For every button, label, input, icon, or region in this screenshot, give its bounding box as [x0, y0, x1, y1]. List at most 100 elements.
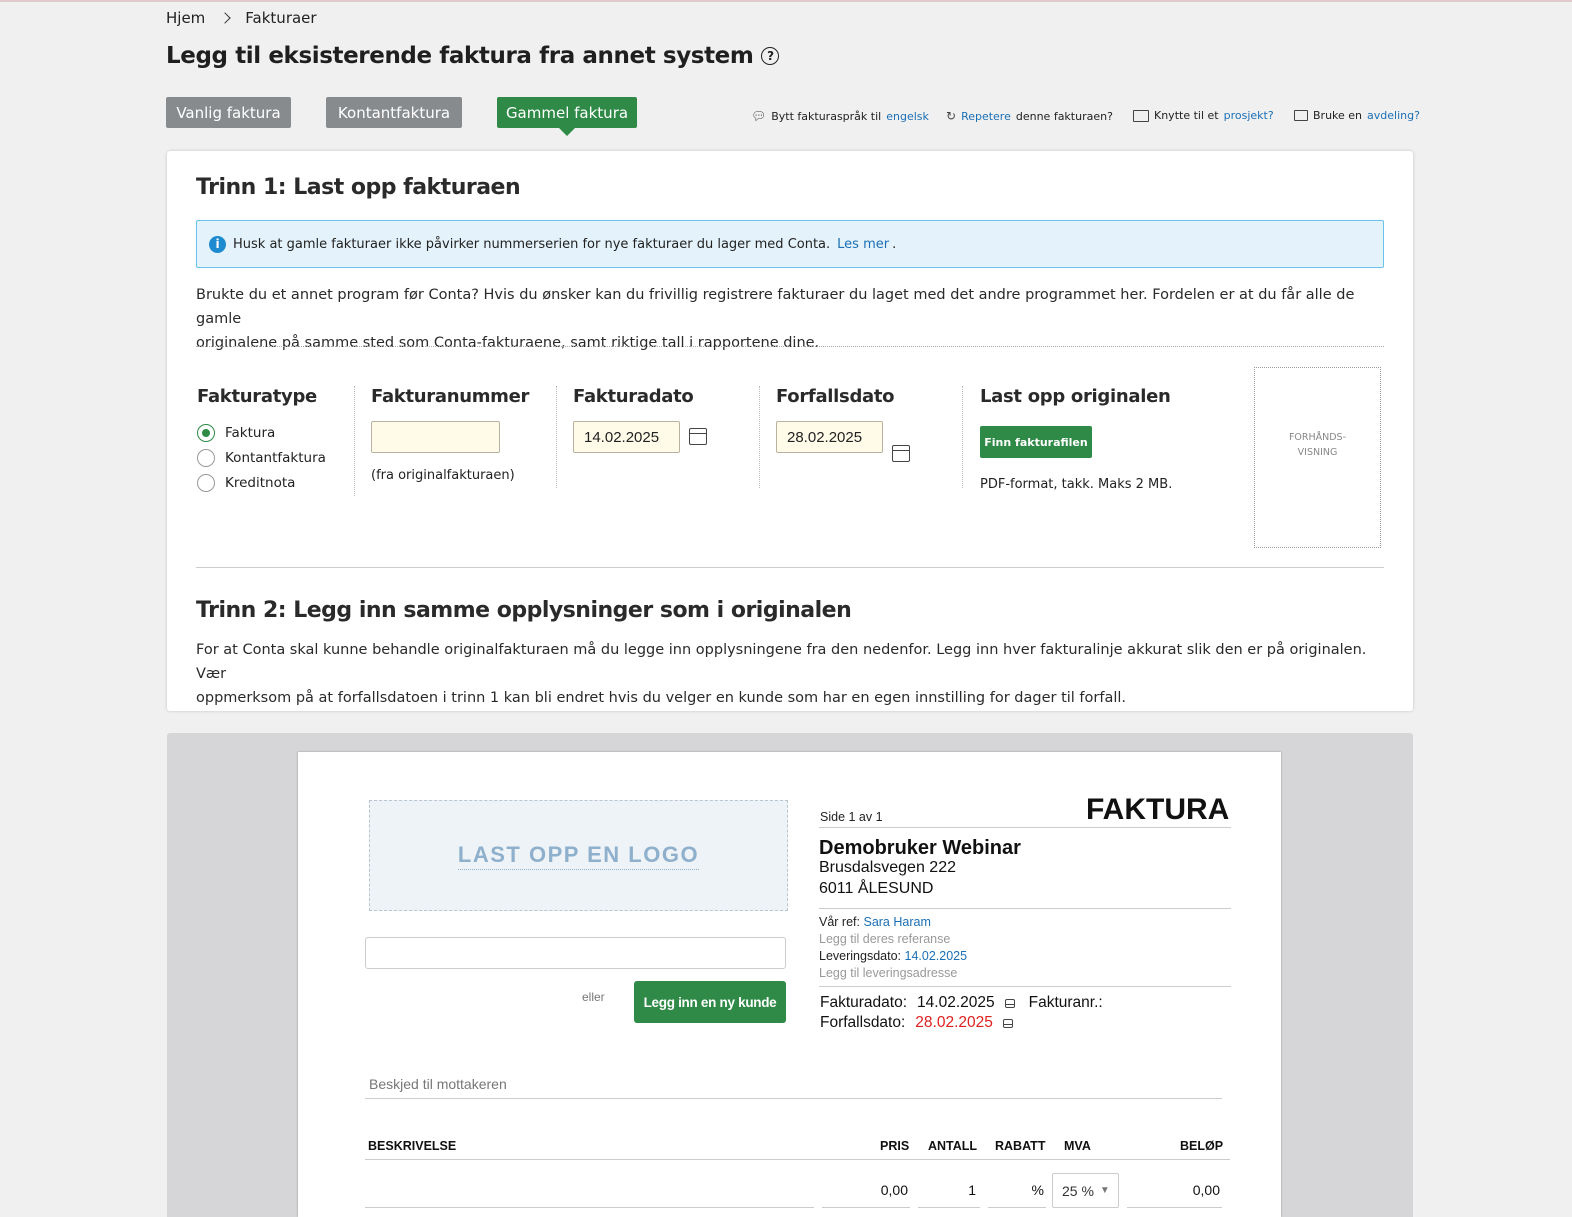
radio-kreditnota[interactable]: Kreditnota [197, 474, 295, 492]
info-banner: i Husk at gamle fakturaer ikke påvirker … [196, 220, 1384, 268]
find-file-button[interactable]: Finn fakturafilen [980, 426, 1092, 458]
folder-open-icon [1294, 110, 1308, 121]
delivery-address-placeholder[interactable]: Legg til leveringsadresse [819, 966, 957, 980]
radio-kontantfaktura[interactable]: Kontantfaktura [197, 449, 326, 467]
language-option-text: Bytt fakturaspråk til [771, 109, 882, 123]
step2-title: Trinn 2: Legg inn samme opplysninger som… [196, 598, 852, 623]
col-amount: BELØP [1180, 1139, 1224, 1153]
language-link[interactable]: engelsk [886, 110, 929, 123]
col-price: PRIS [880, 1139, 910, 1153]
divider [819, 827, 1231, 828]
page-indicator: Side 1 av 1 [820, 810, 883, 824]
info-icon: i [209, 235, 226, 253]
calendar-icon[interactable] [689, 428, 707, 445]
repeat-option-text: denne fakturaen? [1015, 109, 1113, 123]
row-quantity-input[interactable]: 1 [918, 1177, 980, 1208]
radio-label: Faktura [225, 425, 276, 441]
radio-checked-icon [197, 424, 215, 442]
breadcrumb-current[interactable]: Fakturaer [245, 9, 316, 27]
step2-description-line2: oppmerksom på at forfallsdatoen i trinn … [196, 690, 1127, 706]
calendar-icon[interactable] [892, 445, 910, 462]
chevron-right-icon [219, 12, 231, 24]
tab-gammel-faktura[interactable]: Gammel faktura [497, 97, 637, 136]
row-price-input[interactable]: 0,00 [822, 1177, 910, 1208]
upload-label: Last opp originalen [980, 386, 1171, 407]
radio-unchecked-icon [197, 474, 215, 492]
read-more-link[interactable]: Les mer [837, 237, 889, 252]
breadcrumb-home[interactable]: Hjem [166, 9, 205, 27]
delivery-date: Leveringsdato: 14.02.2025 [819, 949, 967, 963]
our-ref-label: Vår ref: [819, 915, 860, 929]
radio-faktura[interactable]: Faktura [197, 424, 275, 442]
our-ref-value[interactable]: Sara Haram [863, 915, 930, 929]
delivery-date-value[interactable]: 14.02.2025 [905, 949, 968, 963]
col-discount: RABATT [995, 1139, 1046, 1153]
delivery-date-label: Leveringsdato: [819, 949, 902, 963]
invoice-heading: FAKTURA [1086, 793, 1230, 826]
logo-upload[interactable]: LAST OPP EN LOGO [369, 800, 788, 911]
row-amount: 0,00 [1127, 1177, 1222, 1208]
row-discount-input[interactable]: % [988, 1177, 1046, 1208]
preview-label-line1: FORHÅNDS- [1288, 432, 1347, 443]
our-ref: Vår ref: Sara Haram [819, 915, 931, 929]
repeat-icon: ↻ [946, 109, 957, 123]
invoice-number-input[interactable] [371, 421, 500, 453]
column-separator [354, 386, 355, 496]
language-option: 💬︎ Bytt fakturaspråk til engelsk [751, 109, 929, 123]
invoice-number-label: Fakturanummer [371, 386, 530, 407]
column-separator [759, 386, 760, 488]
due-date-input[interactable]: 28.02.2025 [776, 421, 883, 453]
divider [365, 1098, 1222, 1099]
col-vat: MVA [1064, 1139, 1091, 1153]
logo-upload-label: LAST OPP EN LOGO [457, 842, 700, 870]
radio-unchecked-icon [197, 449, 215, 467]
invoice-date-label: Fakturadato [573, 386, 694, 407]
invoice-date-input[interactable]: 14.02.2025 [573, 421, 680, 453]
step2-description: For at Conta skal kunne behandle origina… [196, 638, 1386, 710]
customer-search-input[interactable] [365, 937, 786, 969]
radio-label: Kontantfaktura [225, 450, 326, 466]
invoice-type-label: Fakturatype [197, 386, 317, 407]
help-icon[interactable]: ? [761, 47, 780, 65]
divider [819, 986, 1231, 987]
department-link[interactable]: avdeling? [1367, 109, 1420, 122]
invoice-date-label: Fakturadato: [820, 994, 908, 1011]
company-address-2: 6011 ÅLESUND [819, 880, 934, 897]
message-input[interactable]: Beskjed til mottakeren [369, 1076, 507, 1092]
due-date-label: Forfallsdato: [820, 1014, 906, 1031]
step1-description-line2: originalene på samme sted som Conta-fakt… [196, 335, 820, 351]
column-separator [556, 386, 557, 488]
add-customer-button[interactable]: Legg inn en ny kunde [634, 981, 786, 1023]
step1-title: Trinn 1: Last opp fakturaen [196, 175, 521, 200]
divider [196, 346, 1384, 347]
due-date-row: Forfallsdato: 28.02.2025 [820, 1014, 1013, 1032]
step2-description-line1: For at Conta skal kunne behandle origina… [196, 642, 1367, 682]
invoice-paper: LAST OPP EN LOGO eller Legg inn en ny ku… [298, 752, 1281, 1217]
tab-kontantfaktura[interactable]: Kontantfaktura [326, 97, 462, 128]
tab-vanlig-faktura[interactable]: Vanlig faktura [166, 97, 291, 128]
invoice-editor-area: LAST OPP EN LOGO eller Legg inn en ny ku… [167, 733, 1413, 1217]
info-end: . [892, 236, 897, 252]
folder-icon [1133, 109, 1149, 122]
calendar-icon[interactable] [1004, 998, 1015, 1008]
calendar-icon[interactable] [1002, 1018, 1013, 1028]
page-title-text: Legg til eksisterende faktura fra annet … [166, 43, 754, 69]
table-header-divider [365, 1159, 1230, 1160]
row-description-input[interactable] [365, 1177, 814, 1208]
col-quantity: ANTALL [928, 1139, 978, 1153]
step-card: Trinn 1: Last opp fakturaen i Husk at ga… [167, 151, 1413, 711]
radio-label: Kreditnota [225, 475, 296, 491]
preview-box: FORHÅNDS- VISNING [1254, 367, 1381, 548]
caret-down-icon: ▼ [1099, 1185, 1110, 1196]
project-option-text: Knytte til et [1154, 109, 1219, 122]
repeat-link[interactable]: Repetere [961, 110, 1011, 123]
row-vat-select[interactable]: 25 % ▼ [1052, 1173, 1119, 1208]
due-date-value[interactable]: 28.02.2025 [915, 1014, 993, 1032]
their-ref-placeholder[interactable]: Legg til deres referanse [819, 932, 950, 946]
column-separator [962, 386, 963, 488]
invoice-number-label: Fakturanr.: [1028, 994, 1103, 1011]
invoice-date-value[interactable]: 14.02.2025 [917, 994, 995, 1012]
project-link[interactable]: prosjekt? [1224, 109, 1274, 122]
info-text: Husk at gamle fakturaer ikke påvirker nu… [233, 236, 831, 252]
col-description: BESKRIVELSE [368, 1139, 457, 1153]
